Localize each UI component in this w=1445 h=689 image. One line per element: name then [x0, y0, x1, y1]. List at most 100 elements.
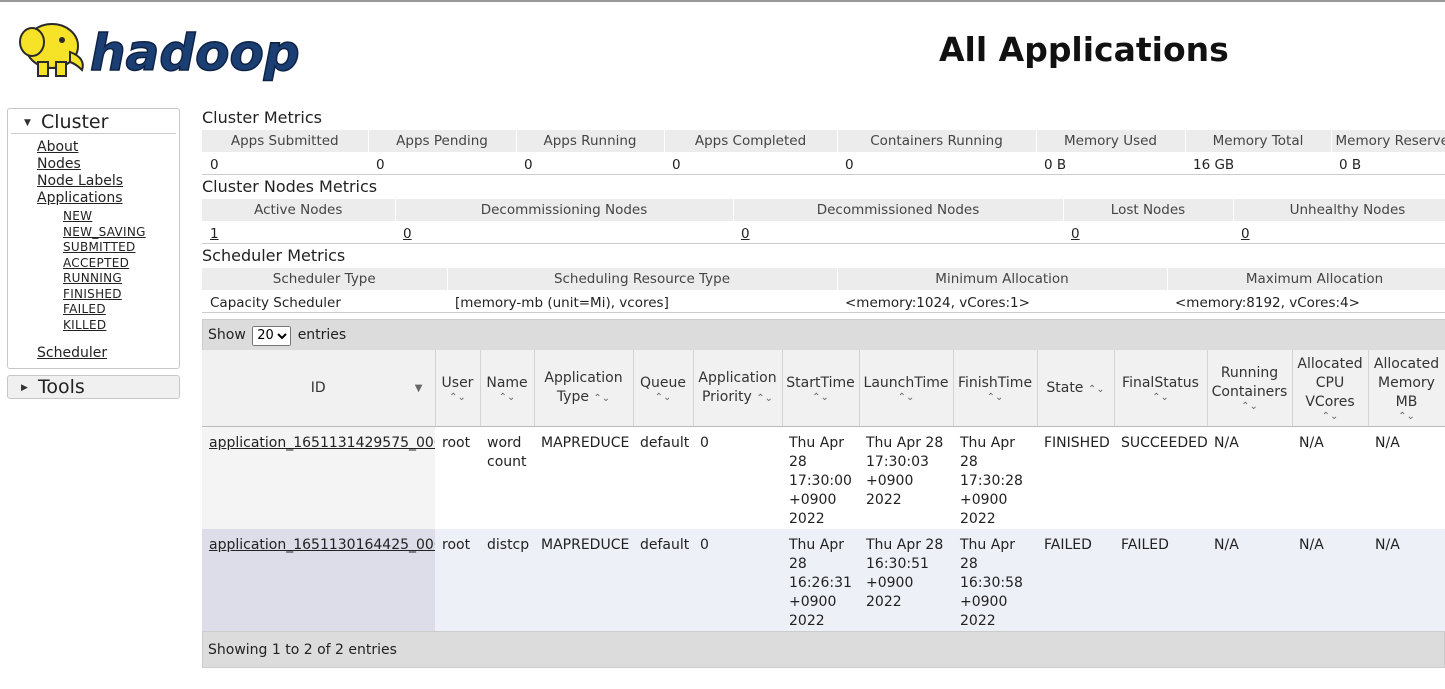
- col-header-starttime[interactable]: StartTime ⌃⌄: [782, 350, 860, 427]
- scheduler-metrics-header: Maximum Allocation: [1167, 268, 1445, 290]
- state-link-failed[interactable]: FAILED: [63, 302, 179, 318]
- sort-icon: ⌃⌄: [812, 391, 829, 403]
- col-header-application-priority[interactable]: Application Priority ⌃⌄: [693, 350, 783, 427]
- triangle-down-icon: ▼: [24, 118, 31, 128]
- sidebar: ▼ Cluster About Nodes Node Labels Applic…: [7, 108, 180, 405]
- allocated-vcores-cell: N/A: [1292, 426, 1368, 529]
- show-label: Show: [208, 327, 246, 343]
- tools-header[interactable]: ▶ Tools: [8, 376, 179, 398]
- col-header-state[interactable]: State ⌃⌄: [1037, 350, 1115, 427]
- nodes-link[interactable]: Nodes: [37, 156, 179, 173]
- metrics-header: Apps Submitted: [202, 130, 369, 152]
- allocated-memory-cell: N/A: [1368, 529, 1445, 631]
- table-length-control: Show 20 entries: [202, 319, 1445, 350]
- applications-link[interactable]: Applications: [37, 190, 179, 207]
- sort-icon: ⌃⌄: [1398, 410, 1415, 422]
- table-info: Showing 1 to 2 of 2 entries: [202, 631, 1445, 668]
- col-header-name[interactable]: Name ⌃⌄: [480, 350, 535, 427]
- metrics-header: Apps Running: [516, 130, 665, 152]
- cluster-metrics-table: Apps Submitted Apps Pending Apps Running…: [202, 130, 1445, 175]
- tools-panel[interactable]: ▶ Tools: [7, 375, 180, 399]
- col-label: StartTime: [786, 374, 855, 391]
- priority-cell: 0: [693, 426, 782, 529]
- hadoop-logo: hadoop: [10, 12, 310, 87]
- type-cell: MAPREDUCE: [534, 426, 633, 529]
- cluster-header[interactable]: ▼ Cluster: [11, 111, 176, 134]
- about-link[interactable]: About: [37, 139, 179, 156]
- scheduler-metrics-header: Minimum Allocation: [837, 268, 1168, 290]
- col-header-queue[interactable]: Queue ⌃⌄: [633, 350, 694, 427]
- col-label: FinishTime: [957, 374, 1033, 391]
- state-link-submitted[interactable]: SUBMITTED: [63, 240, 179, 256]
- node-metrics-header: Unhealthy Nodes: [1233, 199, 1445, 221]
- state-link-running[interactable]: RUNNING: [63, 271, 179, 287]
- finishtime-cell: Thu Apr 28 17:30:28 +0900 2022: [953, 426, 1037, 529]
- metrics-value: 0 B: [1331, 152, 1445, 175]
- col-label: Allocated Memory MB: [1373, 355, 1440, 410]
- triangle-right-icon: ▶: [21, 383, 28, 393]
- launchtime-cell: Thu Apr 28 17:30:03 +0900 2022: [859, 426, 953, 529]
- unhealthy-nodes-link[interactable]: 0: [1241, 226, 1250, 242]
- col-header-allocated-memory-mb[interactable]: Allocated Memory MB ⌃⌄: [1368, 350, 1445, 427]
- tools-label: Tools: [38, 376, 85, 398]
- state-link-finished[interactable]: FINISHED: [63, 287, 179, 303]
- metrics-header: Apps Completed: [664, 130, 838, 152]
- state-link-killed[interactable]: KILLED: [63, 318, 179, 334]
- priority-cell: 0: [693, 529, 782, 631]
- sort-icon: ⌃⌄: [1152, 391, 1169, 403]
- table-row: application_1651131429575_0001 root word…: [202, 426, 1445, 529]
- col-header-application-type[interactable]: Application Type ⌃⌄: [534, 350, 634, 427]
- decommissioning-nodes-link[interactable]: 0: [403, 226, 412, 242]
- node-metrics-table: Active Nodes Decommissioning Nodes Decom…: [202, 199, 1445, 244]
- col-header-id[interactable]: ID ▼: [202, 350, 436, 427]
- application-id-link[interactable]: application_1651130164425_0001: [209, 537, 435, 553]
- queue-cell: default: [633, 529, 693, 631]
- scheduler-metrics-table: Scheduler Type Scheduling Resource Type …: [202, 268, 1445, 313]
- cluster-metrics-title: Cluster Metrics: [202, 108, 322, 127]
- lost-nodes-link[interactable]: 0: [1071, 226, 1080, 242]
- scheduler-metrics-title: Scheduler Metrics: [202, 246, 346, 265]
- queue-cell: default: [633, 426, 693, 529]
- user-cell: root: [435, 426, 480, 529]
- sort-icon: ⌃⌄: [498, 391, 516, 403]
- metrics-header: Apps Pending: [368, 130, 517, 152]
- col-header-allocated-cpu-vcores[interactable]: Allocated CPU VCores ⌃⌄: [1292, 350, 1369, 427]
- sort-icon: ⌃⌄: [593, 393, 611, 404]
- col-header-user[interactable]: User ⌃⌄: [435, 350, 481, 427]
- col-header-finishtime[interactable]: FinishTime ⌃⌄: [953, 350, 1038, 427]
- sort-icon: ⌃⌄: [756, 393, 774, 404]
- decommissioned-nodes-link[interactable]: 0: [741, 226, 750, 242]
- col-label: State: [1046, 379, 1084, 396]
- name-cell: distcp: [480, 529, 534, 631]
- col-label: FinalStatus: [1122, 374, 1199, 391]
- col-label: User: [441, 374, 474, 391]
- page-title: All Applications: [939, 30, 1229, 69]
- state-link-new-saving[interactable]: NEW_SAVING: [63, 225, 179, 241]
- starttime-cell: Thu Apr 28 16:26:31 +0900 2022: [782, 529, 859, 631]
- hadoop-elephant-icon: hadoop: [19, 23, 300, 83]
- finalstatus-cell: FAILED: [1114, 529, 1207, 631]
- sort-icon: ⌃⌄: [654, 391, 672, 403]
- col-header-launchtime[interactable]: LaunchTime ⌃⌄: [859, 350, 954, 427]
- scheduler-link[interactable]: Scheduler: [37, 345, 179, 362]
- active-nodes-link[interactable]: 1: [210, 226, 219, 242]
- state-cell: FINISHED: [1037, 426, 1114, 529]
- state-link-new[interactable]: NEW: [63, 209, 179, 225]
- node-metrics-title: Cluster Nodes Metrics: [202, 177, 378, 196]
- metrics-header: Memory Used: [1036, 130, 1186, 152]
- launchtime-cell: Thu Apr 28 16:30:51 +0900 2022: [859, 529, 953, 631]
- node-metrics-header: Lost Nodes: [1063, 199, 1234, 221]
- metrics-header: Containers Running: [837, 130, 1037, 152]
- node-labels-link[interactable]: Node Labels: [37, 173, 179, 190]
- state-cell: FAILED: [1037, 529, 1114, 631]
- finishtime-cell: Thu Apr 28 16:30:58 +0900 2022: [953, 529, 1037, 631]
- sort-icon: ⌃⌄: [1087, 383, 1105, 395]
- state-link-accepted[interactable]: ACCEPTED: [63, 256, 179, 272]
- col-header-finalstatus[interactable]: FinalStatus ⌃⌄: [1114, 350, 1208, 427]
- min-allocation-value: <memory:1024, vCores:1>: [837, 290, 1167, 313]
- scheduler-type-value: Capacity Scheduler: [202, 290, 447, 313]
- col-header-running-containers[interactable]: Running Containers ⌃⌄: [1207, 350, 1293, 427]
- application-id-link[interactable]: application_1651131429575_0001: [209, 435, 435, 451]
- page-size-select[interactable]: 20: [252, 325, 292, 346]
- sort-icon: ⌃⌄: [1321, 410, 1339, 422]
